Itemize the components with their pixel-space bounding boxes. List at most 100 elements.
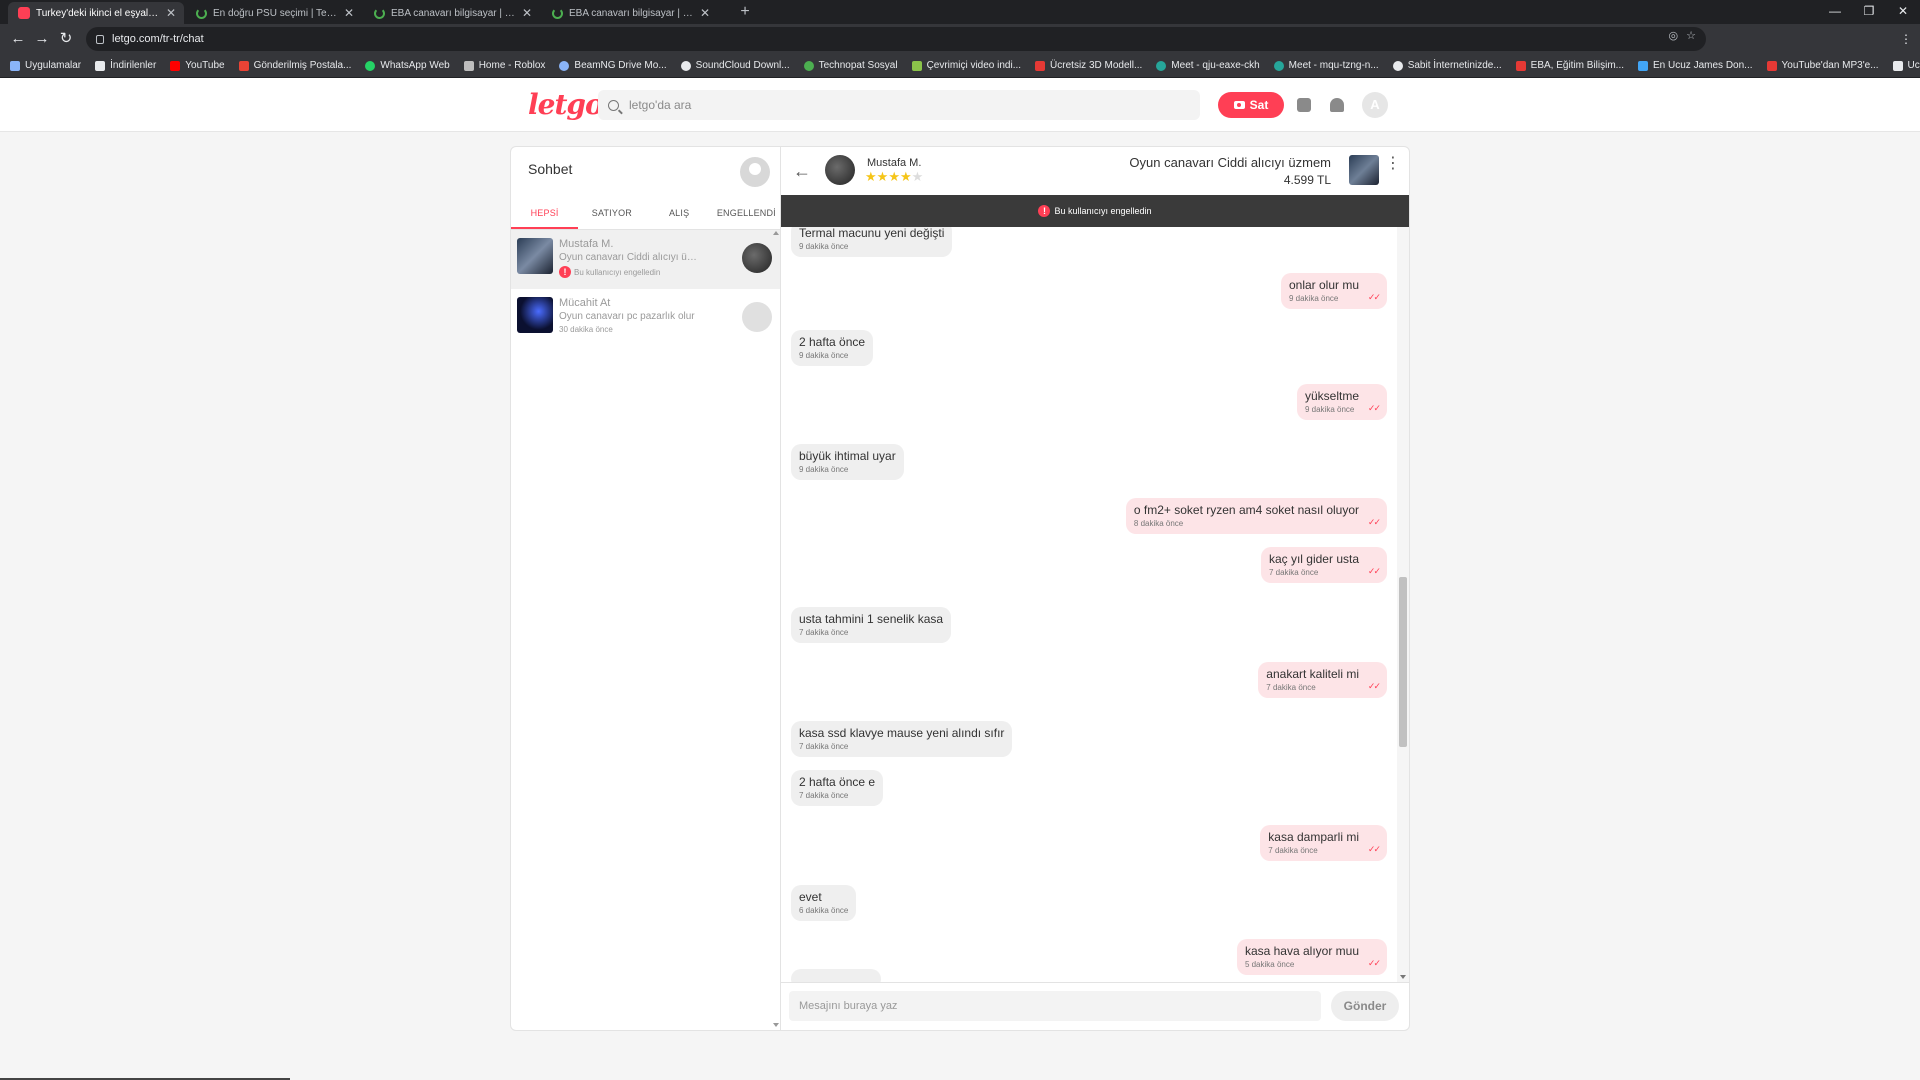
tab-blocked[interactable]: ENGELLENDİ [713,197,780,229]
bookmark-gmail[interactable]: Gönderilmiş Postala... [238,60,351,71]
send-button[interactable]: Gönder [1331,991,1399,1021]
message-time: 9 dakika önce [799,350,849,360]
scrollbar-thumb[interactable] [1399,577,1407,747]
bookmark-mp3[interactable]: YouTube'dan MP3'e... [1766,60,1879,71]
scroll-down-icon[interactable] [1400,975,1406,979]
sidebar-scrollbar[interactable] [772,231,780,1029]
sidebar-title: Sohbet [528,161,573,177]
browser-tab-technopat-2[interactable]: EBA canavarı bilgisayar | Sayfa 2 ✕ [364,2,540,24]
restore-icon[interactable]: ❐ [1852,0,1886,24]
message-time: 7 dakika önce [799,742,849,752]
bookmark-ucuzlogo[interactable]: Ucuzlogo.com | Uc... [1892,60,1920,71]
tab-selling[interactable]: SATIYOR [578,197,645,229]
tab-all[interactable]: HEPSİ [511,197,579,229]
chat-bubble-icon[interactable] [1297,98,1311,112]
bookmark-label: Ücretsiz 3D Modell... [1050,60,1143,71]
message-text: kasa hava alıyor muu [1244,944,1359,959]
bookmarks-bar: Uygulamalar İndirilenler YouTube Gönderi… [0,54,1920,78]
browser-tab-technopat-3[interactable]: EBA canavarı bilgisayar | Sayfa 2 ✕ [542,2,718,24]
tab-buying[interactable]: ALIŞ [646,197,713,229]
bookmark-beamng[interactable]: BeamNG Drive Mo... [559,60,667,71]
bookmark-internet[interactable]: Sabit İnternetinizde... [1392,60,1502,71]
message-scrollbar[interactable] [1397,227,1409,982]
incoming-message [791,969,881,982]
close-icon[interactable]: ✕ [700,6,710,20]
close-window-icon[interactable]: ✕ [1886,0,1920,24]
menu-dots-icon[interactable]: ⋮ [1896,29,1916,49]
letgo-logo[interactable]: letgo [528,88,604,121]
bookmark-star-icon[interactable]: ☆ [1686,29,1696,42]
conversation-item-mucahit[interactable]: Mücahit At Oyun canavarı pc pazarlık olu… [511,289,780,348]
chat-container: Sohbet HEPSİ SATIYOR ALIŞ ENGELLENDİ Mus… [510,146,1410,1031]
bookmark-label: Technopat Sosyal [818,60,898,71]
tab-title: EBA canavarı bilgisayar | Sayfa 2 [569,7,694,19]
conversation-item-mustafa[interactable]: Mustafa M. Oyun canavarı Ciddi alıcıyı ü… [511,230,780,289]
blocked-notice-text: Bu kullanıcıyı engelledin [1054,206,1152,216]
tab-title: Turkey'deki ikinci el eşyaları al ve [36,7,160,19]
message-text: usta tahmini 1 senelik kasa [799,612,944,627]
bookmark-soundcloud[interactable]: SoundCloud Downl... [680,60,790,71]
whatsapp-icon [365,60,376,71]
globe-icon [1392,60,1403,71]
bell-icon[interactable] [1330,98,1344,112]
incoming-message: Termal macunu yeni değişti 9 dakika önce [791,227,953,257]
product-title[interactable]: Oyun canavarı Ciddi alıcıyı üzmem [1129,155,1331,170]
bookmark-meet-1[interactable]: Meet - qju-eaxe-ckh [1156,60,1260,71]
user-avatar[interactable]: A [1362,92,1388,118]
bookmark-apps[interactable]: Uygulamalar [10,60,81,71]
product-image[interactable] [1349,155,1379,185]
more-options-icon[interactable]: ⋮ [1385,156,1401,172]
bookmark-youtube[interactable]: YouTube [170,60,225,71]
camera-icon [1233,101,1245,109]
back-arrow-icon[interactable]: ← [793,161,811,182]
location-icon[interactable]: ◎ [1669,29,1679,42]
incoming-message: usta tahmini 1 senelik kasa 7 dakika önce [791,607,952,644]
sell-button[interactable]: Sat [1218,92,1284,118]
close-icon[interactable]: ✕ [522,6,532,20]
message-input[interactable] [789,991,1321,1021]
bookmark-label: Meet - mqu-tzng-n... [1288,60,1379,71]
forward-arrow-icon[interactable]: → [32,29,52,49]
bookmark-roblox[interactable]: Home - Roblox [463,60,546,71]
chat-user-avatar[interactable] [825,155,855,185]
bookmark-james[interactable]: En Ucuz James Don... [1638,60,1753,71]
search-input[interactable]: letgo'da ara [598,90,1200,120]
bookmark-label: En Ucuz James Don... [1653,60,1753,71]
outgoing-message: o fm2+ soket ryzen am4 soket nasıl oluyo… [1125,498,1387,535]
product-price: 4.599 TL [1283,173,1331,187]
bookmark-video[interactable]: Çevrimiçi video indi... [911,60,1021,71]
close-icon[interactable]: ✕ [166,6,176,20]
chat-user-name[interactable]: Mustafa M. [867,157,921,169]
letgo-favicon-icon [18,7,30,19]
own-avatar[interactable] [740,157,770,187]
bookmark-3d[interactable]: Ücretsiz 3D Modell... [1035,60,1142,71]
bookmark-whatsapp[interactable]: WhatsApp Web [365,60,450,71]
apps-grid-icon [10,60,20,71]
outgoing-message: anakart kaliteli mi 7 dakika önce ✓✓ [1258,661,1387,698]
message-text: büyük ihtimal uyar [799,449,896,464]
message-composer: Gönder [781,982,1409,1030]
tab-title: En doğru PSU seçimi | Technopat [213,7,338,19]
browser-tab-bar: Turkey'deki ikinci el eşyaları al ve ✕ E… [0,0,1920,24]
new-tab-button[interactable]: + [734,2,756,22]
bookmark-downloads[interactable]: İndirilenler [95,60,156,71]
bookmark-meet-2[interactable]: Meet - mqu-tzng-n... [1273,60,1379,71]
outgoing-message: kaç yıl gider usta 7 dakika önce ✓✓ [1260,547,1387,584]
browser-tab-letgo[interactable]: Turkey'deki ikinci el eşyaları al ve ✕ [8,2,184,24]
minimize-icon[interactable]: — [1818,0,1852,24]
message-text: yükseltme [1304,389,1359,404]
url-text: letgo.com/tr-tr/chat [112,33,204,45]
address-bar[interactable]: letgo.com/tr-tr/chat ◎ ☆ [86,27,1706,51]
browser-tab-technopat[interactable]: En doğru PSU seçimi | Technopat ✕ [186,2,362,24]
bookmark-technopat[interactable]: Technopat Sosyal [803,60,898,71]
back-arrow-icon[interactable]: ← [8,29,28,49]
reload-icon[interactable]: ↻ [56,29,76,49]
scroll-up-icon[interactable] [773,231,779,235]
message-text: evet [799,889,822,904]
bookmark-label: Home - Roblox [478,60,546,71]
bookmark-eba[interactable]: EBA, Eğitim Bilişim... [1515,60,1624,71]
download-icon [95,60,106,71]
address-toolbar: ← → ↻ letgo.com/tr-tr/chat ◎ ☆ ⋮ [0,24,1920,68]
close-icon[interactable]: ✕ [344,6,354,20]
scroll-down-icon[interactable] [773,1023,779,1027]
